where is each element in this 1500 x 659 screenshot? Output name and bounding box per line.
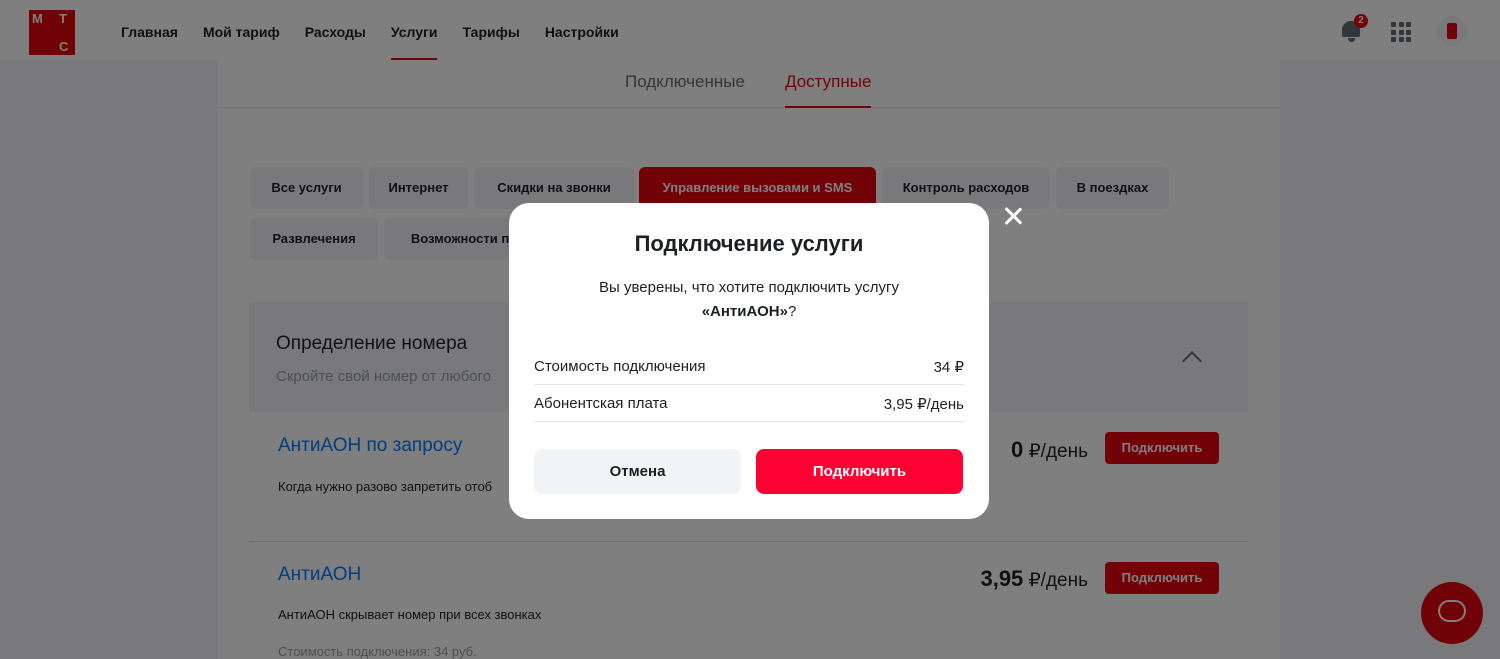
subscription-fee-row: Абонентская плата 3,95 ₽/день [534, 392, 964, 422]
row-value: 3,95 ₽/день [883, 396, 964, 413]
question-mark: ? [787, 303, 797, 320]
row-value: 34 ₽ [933, 359, 964, 376]
dialog-title: Подключение услуги [634, 231, 864, 256]
connection-cost-row: Стоимость подключения 34 ₽ [534, 355, 964, 385]
service-name: «АнтиАОН» [701, 303, 788, 320]
row-label: Стоимость подключения [534, 358, 706, 375]
row-label: Абонентская плата [534, 395, 668, 412]
cancel-button[interactable]: Отмена [534, 449, 741, 494]
connect-service-dialog: Подключение услуги Вы уверены, что хотит… [509, 203, 989, 519]
dialog-question: Вы уверены, что хотите подключить услугу… [549, 276, 949, 324]
close-icon[interactable] [1002, 205, 1024, 227]
question-text: Вы уверены, что хотите подключить услугу [599, 279, 899, 296]
confirm-connect-button[interactable]: Подключить [756, 449, 963, 494]
